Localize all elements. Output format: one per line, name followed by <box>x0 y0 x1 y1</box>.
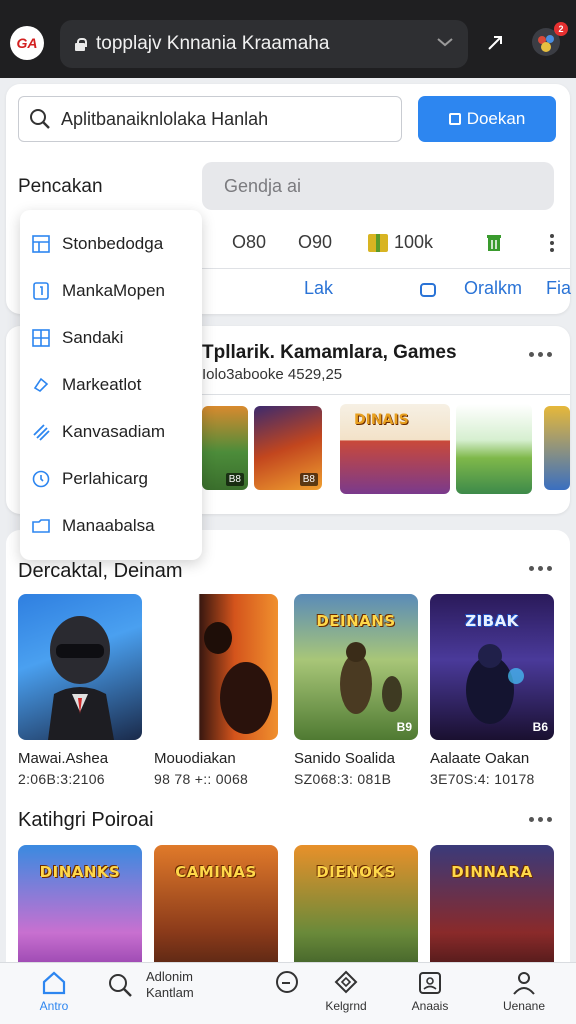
game-cover: ZIBAK B6 <box>430 594 554 740</box>
stat-item: O90 <box>298 232 333 252</box>
game-cover <box>18 594 142 740</box>
share-icon[interactable] <box>480 28 510 58</box>
filter-input[interactable]: Gendja ai <box>202 162 554 210</box>
game-badge: B9 <box>396 720 412 734</box>
gift-icon <box>368 233 388 252</box>
stat-item: 100k <box>368 232 433 253</box>
search-input-value: Aplitbanaiknlolaka Hanlah <box>61 108 269 129</box>
games-section: Katihgri Poiroai DINANKS CAMINAS DIENOKS… <box>6 795 570 991</box>
more-options-icon[interactable] <box>529 352 552 357</box>
nav-item-kelgrnd[interactable]: Kelgrnd <box>306 969 386 1013</box>
square-icon <box>448 113 461 125</box>
menu-item-perlahicarg[interactable]: Perlahicarg <box>20 455 202 502</box>
game-card[interactable]: DEINANS B9 Sanido Soalida SZ068:3: 081B <box>294 594 418 787</box>
menu-item-manaabalsa[interactable]: Manaabalsa <box>20 502 202 549</box>
id-card-icon <box>419 972 441 994</box>
nav-item-anaais[interactable]: Anaais <box>390 969 470 1013</box>
menu-item-stonbedodga[interactable]: Stonbedodga <box>20 220 202 267</box>
game-thumbnail[interactable]: DINAIS <box>340 404 450 494</box>
game-thumbnail[interactable]: B8 <box>254 406 322 490</box>
game-card[interactable]: Mawai.Ashea 2:06B:3:2106 <box>18 594 142 787</box>
stripes-icon <box>33 423 50 441</box>
lock-icon <box>74 37 87 51</box>
table-icon <box>32 328 50 347</box>
game-meta: 98 78 +:: 0068 <box>154 771 249 787</box>
game-name: Mawai.Ashea <box>18 750 109 767</box>
stats-row: O80 O90 100k <box>202 222 562 262</box>
clock-icon <box>32 470 50 487</box>
search-button-label: Doekan <box>466 109 526 128</box>
bottom-navigation: Antro Adlonim Kantlam Kelgrnd Anaais Uen… <box>0 962 576 1024</box>
game-meta: 3E70S:4: 10178 <box>430 771 535 787</box>
chat-icon <box>33 377 49 392</box>
more-options-icon[interactable] <box>529 566 552 571</box>
menu-item-markeatlot[interactable]: Markeatlot <box>20 361 202 408</box>
divider <box>202 268 570 269</box>
divider <box>196 394 570 395</box>
dropdown-menu: Stonbedodga MankaMopen Sandaki Markeatlo… <box>20 210 202 560</box>
game-cover-title: DINNARA <box>451 863 533 881</box>
nav-item-home[interactable]: Antro <box>14 969 94 1013</box>
game-name: Mouodiakan <box>154 750 236 767</box>
game-meta: 2:06B:3:2106 <box>18 771 105 787</box>
game-cover-title: DINANKS <box>39 863 121 881</box>
game-cover <box>154 594 278 740</box>
address-bar-text: topplajv Knnania Kraamaha <box>96 33 330 54</box>
document-icon <box>33 281 49 300</box>
user-icon <box>513 972 535 995</box>
game-name: Aalaate Oakan <box>430 750 530 767</box>
stat-item: O80 <box>232 232 267 252</box>
filter-section-label: Pencakan <box>18 176 103 197</box>
refresh-icon[interactable] <box>418 280 438 300</box>
app-logo[interactable]: GA <box>10 26 44 60</box>
profile-button[interactable]: 2 <box>530 22 568 58</box>
trash-icon[interactable] <box>484 232 504 252</box>
game-cover-title: DIENOKS <box>316 863 396 881</box>
game-cover-title: CAMINAS <box>175 863 257 881</box>
game-thumbnail[interactable] <box>456 404 532 494</box>
filter-input-placeholder: Gendja ai <box>224 175 302 196</box>
address-bar[interactable]: topplajv Knnania Kraamaha <box>60 20 468 68</box>
game-thumbnail[interactable] <box>544 406 570 490</box>
zoom-out-icon <box>276 971 298 993</box>
menu-item-sandaki[interactable]: Sandaki <box>20 314 202 361</box>
chevron-down-icon[interactable] <box>436 36 454 48</box>
featured-subtitle: Iolo3abooke 4529,25 <box>202 366 343 383</box>
game-cover: DEINANS B9 <box>294 594 418 740</box>
search-input[interactable]: Aplitbanaiknlolaka Hanlah <box>18 96 402 142</box>
games-section: Dercaktal, Deinam Mawai.Ashea 2:06B:3:21… <box>6 530 570 795</box>
search-icon <box>109 974 132 997</box>
section-title: Katihgri Poiroai <box>18 809 154 831</box>
game-thumbnail[interactable]: B8 <box>202 406 248 490</box>
menu-item-kanvasadiam[interactable]: Kanvasadiam <box>20 408 202 455</box>
search-button[interactable]: Doekan <box>418 96 556 142</box>
game-badge: B6 <box>532 720 548 734</box>
browser-top-bar: GA topplajv Knnania Kraamaha 2 <box>0 0 576 78</box>
game-card[interactable]: ZIBAK B6 Aalaate Oakan 3E70S:4: 10178 <box>430 594 554 787</box>
menu-item-mankamopen[interactable]: MankaMopen <box>20 267 202 314</box>
more-options-icon[interactable] <box>529 817 552 822</box>
game-card[interactable]: Mouodiakan 98 78 +:: 0068 <box>154 594 278 787</box>
section-title: Dercaktal, Deinam <box>18 560 183 582</box>
folder-icon <box>32 518 50 533</box>
tab-fia[interactable]: Fia <box>546 278 571 299</box>
tab-lak[interactable]: Lak <box>304 278 333 299</box>
nav-item-search[interactable]: Adlonim Kantlam <box>106 969 236 1001</box>
home-icon <box>42 971 66 995</box>
featured-title: Tpllarik. Kamamlara, Games <box>202 342 457 363</box>
search-icon <box>30 109 50 129</box>
tab-bar: Lak Oralkm Fia <box>202 270 571 310</box>
game-name: Sanido Soalida <box>294 750 395 767</box>
notification-badge: 2 <box>554 22 568 36</box>
grid-icon <box>32 234 50 253</box>
game-meta: SZ068:3: 081B <box>294 771 392 787</box>
more-options-icon[interactable] <box>550 234 554 252</box>
tab-oralkm[interactable]: Oralkm <box>464 278 522 299</box>
shapes-icon <box>334 970 358 994</box>
nav-item-user[interactable]: Uenane <box>484 969 564 1013</box>
